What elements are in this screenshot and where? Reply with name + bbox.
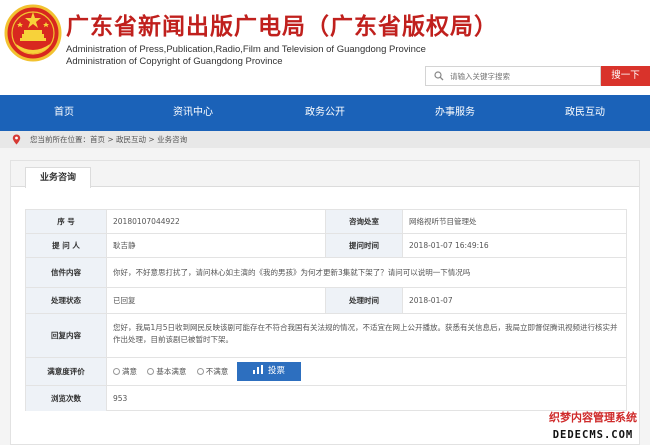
reply-label: 回复内容 <box>25 314 107 358</box>
cms-watermark: 织梦内容管理系统 DEDECMS.COM <box>536 409 650 445</box>
site-title: 广东省新闻出版广电局（广东省版权局） <box>66 13 498 40</box>
serial-value: 20180107044922 <box>113 217 180 226</box>
ask-time-value: 2018-01-07 16:49:16 <box>409 241 489 250</box>
table-row: 提 问 人 耿吉静 提问时间 2018-01-07 16:49:16 <box>25 233 627 258</box>
views-label: 浏览次数 <box>25 386 107 411</box>
radio-label-basically-satisfied: 基本满意 <box>156 367 187 376</box>
status-value: 已回复 <box>113 296 136 305</box>
nav-item-government-affairs[interactable]: 政务公开 <box>285 95 365 131</box>
nav-item-news[interactable]: 资讯中心 <box>153 95 233 131</box>
rating-label: 满意度评价 <box>25 358 107 386</box>
rating-options: 满意 基本满意 不满意 投票 <box>107 358 627 386</box>
main-nav: 首页 资讯中心 政务公开 办事服务 政民互动 <box>0 95 650 131</box>
location-pin-icon <box>12 134 21 145</box>
table-row: 浏览次数 953 <box>25 385 627 411</box>
nav-item-interaction[interactable]: 政民互动 <box>545 95 625 131</box>
table-row: 回复内容 您好，我局1月5日收到网民反映该剧可能存在不符合我国有关法规的情况，不… <box>25 313 627 358</box>
bar-chart-icon <box>252 365 263 374</box>
content-area: 业务咨询 序 号 20180107044922 咨询处室 网络视听节目管理处 提… <box>0 148 650 445</box>
watermark-line-1: 织梦内容管理系统 <box>549 411 637 424</box>
vote-button-label: 投票 <box>267 366 285 376</box>
asker-label: 提 问 人 <box>25 234 107 258</box>
search-icon <box>434 71 444 81</box>
table-row: 序 号 20180107044922 咨询处室 网络视听节目管理处 <box>25 209 627 234</box>
search-box <box>425 66 601 86</box>
row-border <box>626 234 627 258</box>
site-subtitle-english: Administration of Copyright of Guangdong… <box>66 56 283 67</box>
row-border <box>626 258 627 288</box>
ask-time-label: 提问时间 <box>325 234 403 258</box>
handle-time-label: 处理时间 <box>325 288 403 314</box>
search-button[interactable]: 搜一下 <box>601 66 650 86</box>
row-border <box>626 314 627 358</box>
reply-value: 您好，我局1月5日收到网民反映该剧可能存在不符合我国有关法规的情况，不适宜在网上… <box>113 323 618 344</box>
search-input[interactable] <box>450 68 598 84</box>
department-label: 咨询处室 <box>325 210 403 234</box>
table-row: 处理状态 已回复 处理时间 2018-01-07 <box>25 287 627 314</box>
table-row: 满意度评价 满意 基本满意 不满意 投票 <box>25 357 627 386</box>
site-title-english: Administration of Press,Publication,Radi… <box>66 44 426 55</box>
national-emblem-icon <box>4 4 62 62</box>
views-value: 953 <box>113 394 128 403</box>
department-value: 网络视听节目管理处 <box>409 217 477 226</box>
row-border <box>626 358 627 386</box>
radio-label-unsatisfied: 不满意 <box>205 367 229 376</box>
serial-label: 序 号 <box>25 210 107 234</box>
nav-item-home[interactable]: 首页 <box>24 95 104 131</box>
radio-unsatisfied[interactable] <box>196 368 204 375</box>
row-border <box>626 386 627 411</box>
row-border <box>626 210 627 234</box>
radio-satisfied[interactable] <box>113 368 120 375</box>
asker-value: 耿吉静 <box>113 241 136 250</box>
table-row: 信件内容 你好，不好意思打扰了，请问林心如主演的《我的男孩》为何才更新3集就下架… <box>25 257 627 288</box>
watermark-line-2: DEDECMS.COM <box>552 429 634 441</box>
content-label: 信件内容 <box>25 258 107 288</box>
content-value: 你好，不好意思打扰了，请问林心如主演的《我的男孩》为何才更新3集就下架了？请问可… <box>113 268 471 277</box>
nav-item-services[interactable]: 办事服务 <box>415 95 495 131</box>
tab-bar: 业务咨询 <box>11 161 639 188</box>
radio-basically-satisfied[interactable] <box>147 368 155 375</box>
handle-time-value: 2018-01-07 <box>409 296 453 305</box>
tab-business-consultation[interactable]: 业务咨询 <box>25 167 91 188</box>
breadcrumb-text: 您当前所在位置：首页 > 政民互动 > 业务咨询 <box>30 135 188 144</box>
breadcrumb: 您当前所在位置：首页 > 政民互动 > 业务咨询 <box>0 131 650 148</box>
site-header: 广东省新闻出版广电局（广东省版权局） Administration of Pre… <box>0 0 650 95</box>
row-border <box>626 288 627 314</box>
consultation-panel: 业务咨询 序 号 20180107044922 咨询处室 网络视听节目管理处 提… <box>10 160 640 445</box>
radio-label-satisfied: 满意 <box>122 367 137 376</box>
status-label: 处理状态 <box>25 288 107 314</box>
vote-button[interactable]: 投票 <box>237 362 301 381</box>
